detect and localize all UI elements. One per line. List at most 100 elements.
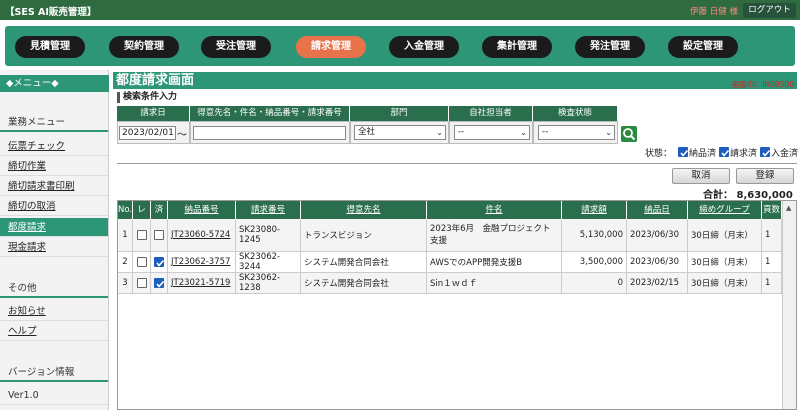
register-button[interactable]: 登録 [736,168,794,184]
status-paid-checkbox[interactable] [760,147,771,157]
cell-subject: 2023年6月 金融プロジェクト支援 [427,219,562,251]
sidebar-item-help[interactable]: ヘルプ [0,322,108,341]
cond-header-inspection: 検査状態 [533,106,618,121]
cond-cell-keyword [190,121,350,144]
sidebar-item-each-billing[interactable]: 都度請求 [0,218,108,237]
sidebar-version-value: Ver1.0 [0,386,108,405]
cell-check [133,252,151,272]
section-divider [117,163,797,164]
cond-header-billing-date: 請求日 [117,106,190,121]
table-row[interactable]: 3 JT23021-5719 SK23062-1238 システム開発合同会社 S… [118,273,782,294]
cell-subject: Sin１ｗｄｆ [427,273,562,293]
status-delivered-label: 納品済 [689,149,717,159]
cell-no: 1 [118,219,133,251]
cell-closing-group: 30日締（月末） [688,273,762,293]
status-billed-checkbox[interactable] [719,147,730,157]
row-done-checkbox[interactable] [154,230,164,240]
col-header-delivery-no[interactable]: 納品番号 [168,201,236,219]
sidebar-item-slip-check[interactable]: 伝票チェック [0,137,108,156]
nav-band: 見積管理 契約管理 受注管理 請求管理 入金管理 集計管理 発注管理 設定管理 [0,20,800,70]
nav-payment[interactable]: 入金管理 [389,36,459,58]
main-nav: 見積管理 契約管理 受注管理 請求管理 入金管理 集計管理 発注管理 設定管理 [5,26,795,66]
col-header-no: No. [118,201,133,219]
nav-settings[interactable]: 設定管理 [668,36,738,58]
col-header-delivery-date[interactable]: 納品日 [627,201,688,219]
cell-invoice-no: SK23062-3244 [236,252,301,272]
col-header-customer[interactable]: 得意先名 [301,201,427,219]
sidebar-item-closing-work[interactable]: 締切作業 [0,157,108,176]
status-label: 状態： [645,149,673,159]
delivery-no-link[interactable]: JT23060-5724 [171,230,230,240]
cell-invoice-no: SK23062-1238 [236,273,301,293]
staff-select[interactable]: -- ⌄ [454,125,530,140]
sidebar-item-cash-billing[interactable]: 現金請求 [0,238,108,257]
cond-cell-inspection: -- ⌄ [533,121,618,144]
keyword-input[interactable] [193,126,346,140]
sidebar-item-closing-cancel[interactable]: 締切の取消 [0,197,108,216]
col-header-check: レ [133,201,151,219]
table-row[interactable]: 1 JT23060-5724 SK23080-1245 トランスビジョン 202… [118,219,782,252]
cell-closing-group: 30日締（月末） [688,252,762,272]
check-icon [680,149,689,157]
scroll-up-arrow-icon[interactable]: ▲ [786,204,791,212]
page-title-text: 都度請求画面 [116,73,195,88]
nav-contract[interactable]: 契約管理 [109,36,179,58]
cell-delivery-no: JT23021-5719 [168,273,236,293]
row-select-checkbox[interactable] [136,230,147,240]
delivery-no-link[interactable]: JT23021-5719 [171,278,230,288]
delivery-no-link[interactable]: JT23062-3757 [171,257,230,267]
department-select[interactable]: 全社 ⌄ [354,125,446,140]
cell-done [151,252,168,272]
sidebar-item-notice[interactable]: お知らせ [0,302,108,321]
table-scrollbar[interactable]: ▲ [782,201,796,409]
chevron-down-icon: ⌄ [436,128,443,137]
cell-delivery-no: JT23062-3757 [168,252,236,272]
row-select-checkbox[interactable] [136,278,147,288]
cond-cell-staff: -- ⌄ [449,121,533,144]
inspection-select[interactable]: -- ⌄ [538,125,615,140]
sidebar-business-menu-title: 業務メニュー [0,116,108,132]
sidebar-other-title: その他 [0,282,108,298]
status-billed-label: 請求済 [730,149,758,159]
logout-button[interactable]: ログアウト [743,3,796,18]
col-header-subject[interactable]: 件名 [427,201,562,219]
cond-cell-department: 全社 ⌄ [350,121,449,144]
row-done-checkbox[interactable] [154,278,165,288]
user-name: 伊藤 日健 様 [690,7,738,17]
page-title: 都度請求画面 画面ID：IN00500 [113,72,797,89]
cell-no: 2 [118,252,133,272]
top-bar: 【SES AI販売管理】 伊藤 日健 様 ログアウト [0,0,800,20]
status-delivered-checkbox[interactable] [678,147,689,157]
nav-purchase[interactable]: 発注管理 [575,36,645,58]
search-button[interactable] [621,126,637,142]
sidebar-item-closing-print[interactable]: 締切請求書印刷 [0,177,108,196]
row-select-checkbox[interactable] [136,257,147,267]
nav-order[interactable]: 受注管理 [201,36,271,58]
row-done-checkbox[interactable] [154,257,165,267]
cell-delivery-date: 2023/02/15 [627,273,688,293]
cell-delivery-date: 2023/06/30 [627,252,688,272]
sidebar-version-title: バージョン情報 [0,366,108,382]
check-icon [156,259,165,267]
cell-delivery-date: 2023/06/30 [627,219,688,251]
col-header-amount[interactable]: 請求額 [562,201,627,219]
col-header-closing-group[interactable]: 締めグループ [688,201,762,219]
cond-header-keyword: 得意先名・件名・納品番号・請求番号 [190,106,350,121]
cell-pages: 1 [762,252,782,272]
cell-check [133,219,151,251]
cell-amount: 0 [562,273,627,293]
status-paid-label: 入金済 [771,149,799,159]
nav-aggregate[interactable]: 集計管理 [482,36,552,58]
nav-estimate[interactable]: 見積管理 [15,36,85,58]
table-row[interactable]: 2 JT23062-3757 SK23062-3244 システム開発合同会社 A… [118,252,782,273]
results-table: No. レ 済 納品番号 請求番号 得意先名 件名 請求額 納品日 締めグループ… [117,200,797,410]
cell-invoice-no: SK23080-1245 [236,219,301,251]
billing-date-input[interactable]: 2023/02/01 [119,126,176,140]
staff-select-value: -- [458,127,465,137]
col-header-invoice-no[interactable]: 請求番号 [236,201,301,219]
app-title: 【SES AI販売管理】 [5,7,97,18]
cancel-button[interactable]: 取消 [672,168,730,184]
cell-customer: システム開発合同会社 [301,252,427,272]
cell-amount: 5,130,000 [562,219,627,251]
nav-billing[interactable]: 請求管理 [296,36,366,58]
